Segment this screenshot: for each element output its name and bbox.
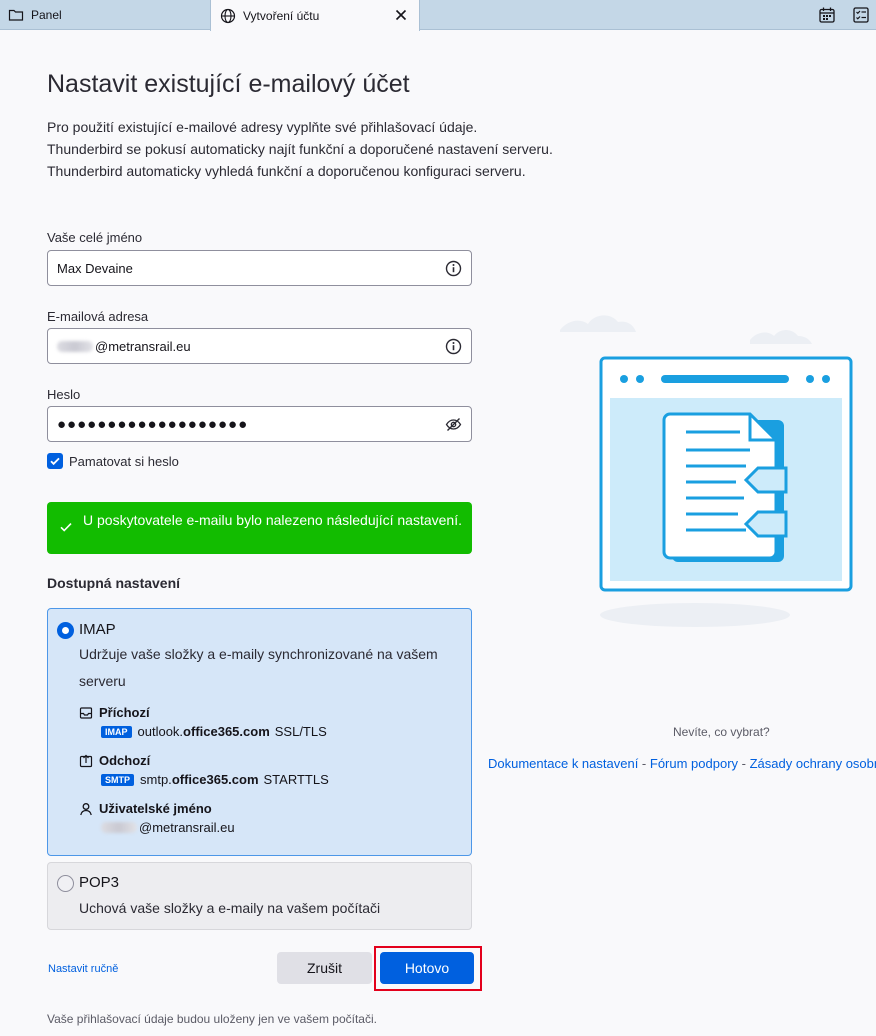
pop3-title: POP3 xyxy=(79,874,120,891)
pop3-radio[interactable] xyxy=(57,875,74,892)
eye-hidden-icon[interactable] xyxy=(445,416,462,433)
done-button[interactable]: Hotovo xyxy=(380,952,474,984)
incoming-host-domain: office365.com xyxy=(183,724,270,739)
globe-icon xyxy=(220,8,236,23)
incoming-host-prefix: outlook. xyxy=(137,724,184,739)
illustration xyxy=(560,315,853,627)
help-links: Dokumentace k nastavení - Fórum podpory … xyxy=(488,756,876,771)
cloud-shape xyxy=(750,330,812,344)
footer-note: Vaše přihlašovací údaje budou uloženy je… xyxy=(47,1012,377,1026)
link-separator: - xyxy=(738,756,750,771)
inbox-icon xyxy=(79,706,93,719)
privacy-policy-link[interactable]: Zásady ochrany osobních údajů xyxy=(750,756,876,771)
page-title: Nastavit existující e-mailový účet xyxy=(47,70,410,98)
info-icon[interactable] xyxy=(445,260,462,277)
redacted-username xyxy=(57,340,93,352)
imap-option[interactable]: IMAP Udržuje vaše složky a e-maily synch… xyxy=(47,608,472,856)
email-domain: @metransrail.eu xyxy=(95,338,191,354)
outgoing-host-prefix: smtp. xyxy=(140,772,172,787)
outgoing-label: Odchozí xyxy=(99,753,151,768)
success-notification: U poskytovatele e-mailu bylo nalezeno ná… xyxy=(47,502,472,554)
pop3-description: Uchová vaše složky a e-maily na vašem po… xyxy=(79,900,381,916)
support-forum-link[interactable]: Fórum podpory xyxy=(650,756,738,771)
remember-password-row[interactable]: Pamatovat si heslo xyxy=(47,453,179,469)
name-label: Vaše celé jméno xyxy=(47,230,143,245)
incoming-security: SSL/TLS xyxy=(274,724,327,739)
tab-bar: Panel Vytvoření účtu xyxy=(0,0,876,31)
shadow-shape xyxy=(600,603,790,627)
imap-badge: IMAP xyxy=(101,725,132,738)
outgoing-security: STARTTLS xyxy=(263,772,329,787)
intro-line: Pro použití existující e-mailové adresy … xyxy=(47,119,478,135)
available-settings-heading: Dostupná nastavení xyxy=(47,575,181,591)
password-value: ●●●●●●●●●●●●●●●●●●● xyxy=(57,415,249,433)
outbox-icon xyxy=(79,754,93,767)
username-label: Uživatelské jméno xyxy=(99,801,212,816)
remember-password-label: Pamatovat si heslo xyxy=(69,453,179,469)
imap-description: Udržuje vaše složky a e-maily synchroniz… xyxy=(79,646,438,689)
email-field[interactable]: @metransrail.eu xyxy=(47,328,472,364)
password-field[interactable]: ●●●●●●●●●●●●●●●●●●● xyxy=(47,406,472,442)
intro-text: Pro použití existující e-mailové adresy … xyxy=(47,116,553,182)
tab-account-setup[interactable]: Vytvoření účtu xyxy=(210,0,420,31)
link-separator: - xyxy=(638,756,650,771)
email-label: E-mailová adresa xyxy=(47,309,149,324)
tab-account-setup-label: Vytvoření účtu xyxy=(243,8,320,23)
smtp-badge: SMTP xyxy=(101,773,135,786)
name-field[interactable]: Max Devaine xyxy=(47,250,472,286)
incoming-server: Příchozí IMAP outlook.office365.com SSL/… xyxy=(79,705,327,739)
intro-line: Thunderbird se pokusí automaticky najít … xyxy=(47,141,553,157)
success-message: U poskytovatele e-mailu bylo nalezeno ná… xyxy=(83,512,462,528)
help-question: Nevíte, co vybrat? xyxy=(673,725,770,739)
manual-config-link[interactable]: Nastavit ručně xyxy=(48,963,118,975)
remember-password-checkbox[interactable] xyxy=(47,453,63,469)
calendar-icon[interactable] xyxy=(818,6,836,24)
checkmark-icon xyxy=(50,457,60,466)
imap-title: IMAP xyxy=(79,621,116,638)
info-icon[interactable] xyxy=(445,338,462,355)
cancel-button[interactable]: Zrušit xyxy=(277,952,372,984)
user-icon xyxy=(80,802,92,815)
name-value: Max Devaine xyxy=(57,260,133,276)
intro-line: Thunderbird automaticky vyhledá funkční … xyxy=(47,163,526,179)
outgoing-host-domain: office365.com xyxy=(171,772,259,787)
incoming-label: Příchozí xyxy=(99,705,150,720)
tab-panel-label: Panel xyxy=(31,8,62,22)
checkmark-icon xyxy=(60,523,72,532)
username-info: Uživatelské jméno @metransrail.eu xyxy=(79,801,235,835)
outgoing-server: Odchozí SMTP smtp.office365.com STARTTLS xyxy=(79,753,329,787)
documentation-link[interactable]: Dokumentace k nastavení xyxy=(488,756,638,771)
cloud-shape xyxy=(560,315,636,332)
tasks-icon[interactable] xyxy=(852,6,870,24)
folder-icon xyxy=(8,9,24,21)
tab-panel[interactable]: Panel xyxy=(0,0,210,30)
pop3-option[interactable]: POP3 Uchová vaše složky a e-maily na vaš… xyxy=(47,862,472,930)
redacted-username xyxy=(101,822,137,833)
username-domain: @metransrail.eu xyxy=(139,820,235,835)
close-icon[interactable] xyxy=(393,7,409,23)
password-label: Heslo xyxy=(47,387,81,402)
imap-radio[interactable] xyxy=(57,622,74,639)
